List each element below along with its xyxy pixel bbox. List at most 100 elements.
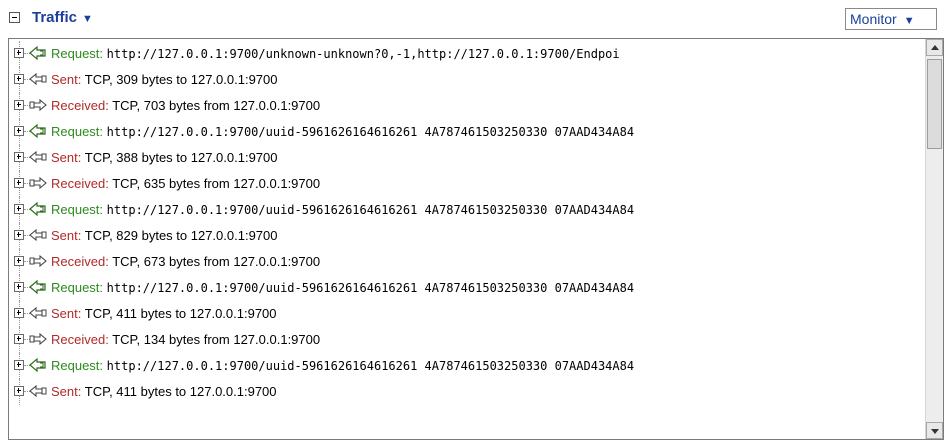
row-text: Request: http://127.0.0.1:9700/uuid-5961… [51,124,634,140]
row-text: Received: TCP, 134 bytes from 127.0.0.1:… [51,332,320,348]
arrow-up-icon [931,45,939,50]
traffic-row-request[interactable]: Request: http://127.0.0.1:9700/uuid-5961… [9,119,921,145]
sent-arrow-icon [29,71,47,87]
row-detail: http://127.0.0.1:9700/unknown-unknown?0,… [106,47,620,61]
row-text: Received: TCP, 635 bytes from 127.0.0.1:… [51,176,320,192]
expand-plus-icon[interactable] [14,386,24,396]
request-arrow-icon [29,201,47,217]
row-text: Received: TCP, 673 bytes from 127.0.0.1:… [51,254,320,270]
monitor-label: Monitor [850,11,897,27]
row-detail: http://127.0.0.1:9700/uuid-5961626164616… [106,125,635,139]
row-detail: TCP, 829 bytes to 127.0.0.1:9700 [84,228,278,243]
traffic-row-request[interactable]: Request: http://127.0.0.1:9700/uuid-5961… [9,353,921,379]
received-arrow-icon [29,97,47,113]
sent-arrow-icon [29,227,47,243]
received-arrow-icon [29,331,47,347]
row-text: Received: TCP, 703 bytes from 127.0.0.1:… [51,98,320,114]
request-arrow-icon [29,357,47,373]
traffic-row-request[interactable]: Request: http://127.0.0.1:9700/uuid-5961… [9,275,921,301]
row-text: Request: http://127.0.0.1:9700/unknown-u… [51,46,620,62]
traffic-title-label: Traffic [32,9,78,26]
row-type-label: Received: [51,98,109,113]
chevron-down-icon: ▼ [82,13,93,25]
row-type-label: Sent: [51,150,82,165]
expand-plus-icon[interactable] [14,282,24,292]
sent-arrow-icon [29,149,47,165]
traffic-row-received[interactable]: Received: TCP, 134 bytes from 127.0.0.1:… [9,327,921,353]
row-text: Request: http://127.0.0.1:9700/uuid-5961… [51,358,634,374]
expand-plus-icon[interactable] [14,334,24,344]
scroll-up-button[interactable] [926,39,943,56]
row-detail: TCP, 411 bytes to 127.0.0.1:9700 [84,384,277,399]
expand-plus-icon[interactable] [14,178,24,188]
expand-plus-icon[interactable] [14,126,24,136]
traffic-tree: Request: http://127.0.0.1:9700/unknown-u… [9,41,921,405]
row-text: Sent: TCP, 829 bytes to 127.0.0.1:9700 [51,228,277,244]
row-type-label: Request: [51,202,104,217]
traffic-title[interactable]: Traffic ▼ [32,9,93,28]
expand-plus-icon[interactable] [14,74,24,84]
row-text: Request: http://127.0.0.1:9700/uuid-5961… [51,280,634,296]
vertical-scrollbar[interactable] [925,39,943,439]
sent-arrow-icon [29,305,47,321]
row-text: Sent: TCP, 309 bytes to 127.0.0.1:9700 [51,72,277,88]
row-detail: TCP, 673 bytes from 127.0.0.1:9700 [112,254,321,269]
row-detail: TCP, 134 bytes from 127.0.0.1:9700 [112,332,321,347]
row-type-label: Sent: [51,306,82,321]
sent-arrow-icon [29,383,47,399]
expand-plus-icon[interactable] [14,308,24,318]
traffic-row-received[interactable]: Received: TCP, 703 bytes from 127.0.0.1:… [9,93,921,119]
row-type-label: Request: [51,280,104,295]
row-type-label: Received: [51,254,109,269]
row-detail: TCP, 635 bytes from 127.0.0.1:9700 [112,176,321,191]
row-text: Sent: TCP, 411 bytes to 127.0.0.1:9700 [51,306,277,322]
row-type-label: Request: [51,124,104,139]
row-text: Request: http://127.0.0.1:9700/uuid-5961… [51,202,634,218]
expand-plus-icon[interactable] [14,204,24,214]
row-detail: http://127.0.0.1:9700/uuid-5961626164616… [106,359,635,373]
traffic-row-request[interactable]: Request: http://127.0.0.1:9700/unknown-u… [9,41,921,67]
expand-plus-icon[interactable] [14,360,24,370]
received-arrow-icon [29,175,47,191]
row-type-label: Sent: [51,228,82,243]
expand-plus-icon[interactable] [14,256,24,266]
row-detail: TCP, 388 bytes to 127.0.0.1:9700 [84,150,278,165]
traffic-row-sent[interactable]: Sent: TCP, 411 bytes to 127.0.0.1:9700 [9,301,921,327]
scroll-down-button[interactable] [926,422,943,439]
monitor-dropdown[interactable]: Monitor ▼ [845,8,937,30]
row-detail: TCP, 411 bytes to 127.0.0.1:9700 [84,306,277,321]
request-arrow-icon [29,279,47,295]
traffic-header: Traffic ▼ Monitor ▼ [0,0,944,38]
traffic-row-sent[interactable]: Sent: TCP, 411 bytes to 127.0.0.1:9700 [9,379,921,405]
chevron-down-icon: ▼ [903,15,915,27]
arrow-down-icon [931,429,939,434]
expand-plus-icon[interactable] [14,100,24,110]
traffic-row-sent[interactable]: Sent: TCP, 388 bytes to 127.0.0.1:9700 [9,145,921,171]
row-detail: http://127.0.0.1:9700/uuid-5961626164616… [106,203,635,217]
row-type-label: Received: [51,176,109,191]
request-arrow-icon [29,45,47,61]
traffic-row-request[interactable]: Request: http://127.0.0.1:9700/uuid-5961… [9,197,921,223]
collapse-section-icon[interactable] [9,12,20,23]
traffic-row-sent[interactable]: Sent: TCP, 309 bytes to 127.0.0.1:9700 [9,67,921,93]
expand-plus-icon[interactable] [14,48,24,58]
row-text: Sent: TCP, 388 bytes to 127.0.0.1:9700 [51,150,277,166]
traffic-list-panel: Request: http://127.0.0.1:9700/unknown-u… [8,38,944,440]
request-arrow-icon [29,123,47,139]
expand-plus-icon[interactable] [14,230,24,240]
expand-plus-icon[interactable] [14,152,24,162]
row-type-label: Sent: [51,384,82,399]
scroll-thumb[interactable] [927,59,942,149]
row-detail: http://127.0.0.1:9700/uuid-5961626164616… [106,281,635,295]
row-detail: TCP, 309 bytes to 127.0.0.1:9700 [84,72,278,87]
received-arrow-icon [29,253,47,269]
traffic-row-received[interactable]: Received: TCP, 673 bytes from 127.0.0.1:… [9,249,921,275]
traffic-row-sent[interactable]: Sent: TCP, 829 bytes to 127.0.0.1:9700 [9,223,921,249]
traffic-row-received[interactable]: Received: TCP, 635 bytes from 127.0.0.1:… [9,171,921,197]
row-type-label: Request: [51,358,104,373]
row-type-label: Received: [51,332,109,347]
row-text: Sent: TCP, 411 bytes to 127.0.0.1:9700 [51,384,277,400]
row-type-label: Sent: [51,72,82,87]
row-detail: TCP, 703 bytes from 127.0.0.1:9700 [112,98,321,113]
row-type-label: Request: [51,46,104,61]
